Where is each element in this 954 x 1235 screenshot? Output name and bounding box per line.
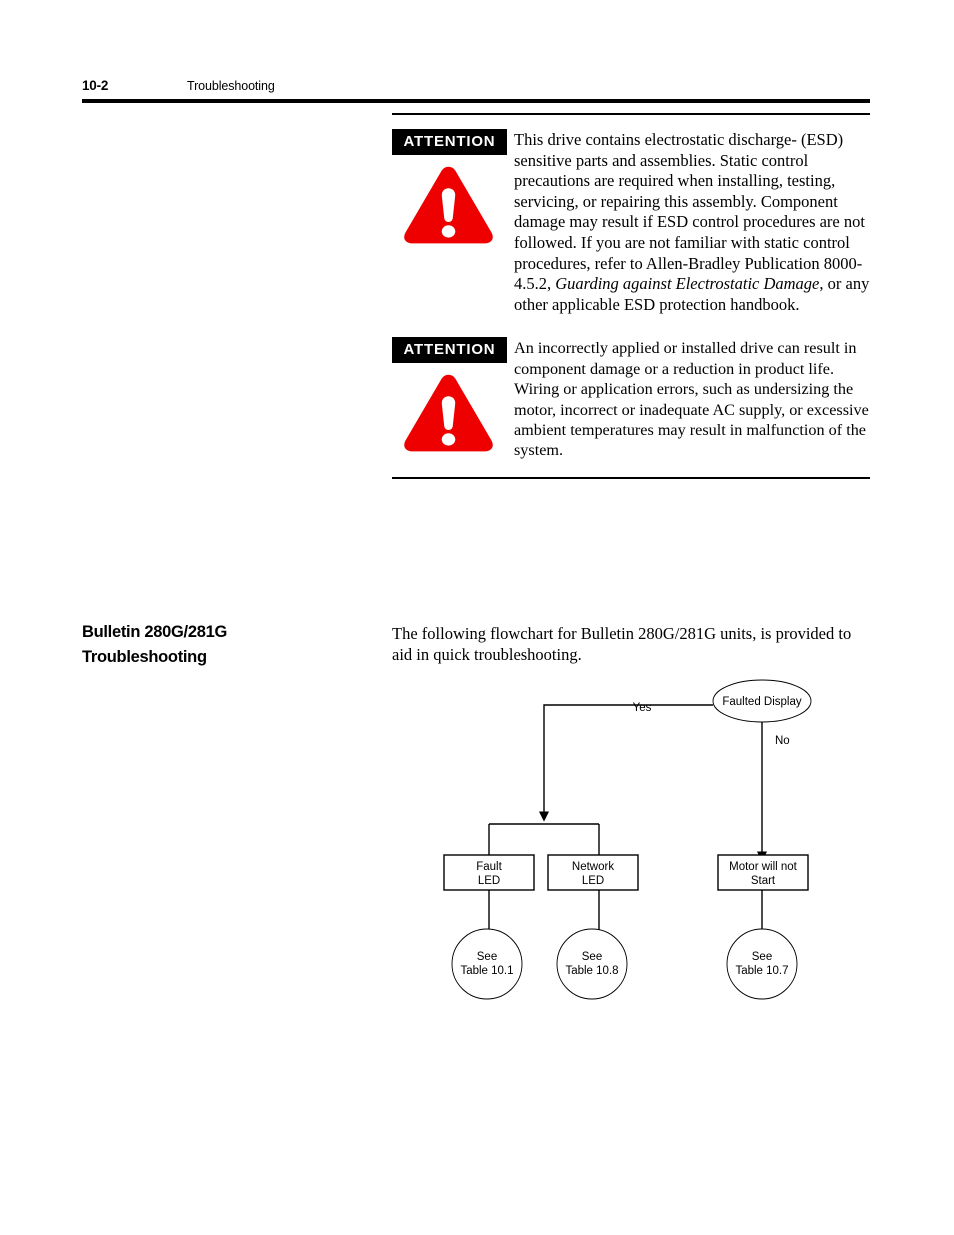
section-heading-line-1: Bulletin 280G/281G xyxy=(82,623,227,641)
troubleshooting-flowchart: Faulted Display Yes No Fault LED Network… xyxy=(420,668,850,1028)
header-divider xyxy=(82,99,870,103)
chapter-title: Troubleshooting xyxy=(187,79,275,93)
attention-bottom-rule xyxy=(392,476,870,479)
flow-node-network-led-line-2: LED xyxy=(582,875,604,887)
branch-label-yes: Yes xyxy=(633,702,652,714)
page-number: 10-2 xyxy=(82,78,109,93)
flow-node-see-table-10-8-line-1: See xyxy=(582,951,602,963)
section-heading: Bulletin 280G/281G Troubleshooting xyxy=(82,620,372,670)
attention-notice-application: ATTENTION An incorrectly applied or inst… xyxy=(392,315,870,476)
flow-node-see-table-10-1-line-2: Table 10.1 xyxy=(460,965,513,977)
flow-node-see-table-10-8[interactable]: See Table 10.8 xyxy=(556,928,628,1000)
flow-node-start[interactable]: Faulted Display xyxy=(712,679,812,723)
connector-yes-branch xyxy=(488,704,713,855)
flow-node-network-led-line-1: Network xyxy=(572,861,614,873)
flow-node-motor-will-not-start[interactable]: Motor will not Start xyxy=(717,854,809,891)
flow-node-fault-led[interactable]: Fault LED xyxy=(443,854,535,891)
flow-node-motor-line-1: Motor will not xyxy=(729,861,798,873)
flow-node-see-table-10-8-line-2: Table 10.8 xyxy=(565,965,618,977)
attention-label: ATTENTION xyxy=(392,129,507,155)
attention-marker: ATTENTION xyxy=(392,337,514,452)
attention-text-esd: This drive contains electrostatic discha… xyxy=(514,129,870,315)
warning-triangle-icon xyxy=(404,166,493,244)
attention-label: ATTENTION xyxy=(392,337,507,364)
attention-publication-title: Guarding against Electrostatic Damage xyxy=(555,274,820,294)
flow-node-see-table-10-1[interactable]: See Table 10.1 xyxy=(451,928,523,1000)
flow-node-fault-led-line-2: LED xyxy=(478,875,500,887)
attention-marker: ATTENTION xyxy=(392,129,514,244)
page-header: 10-2 Troubleshooting xyxy=(82,78,870,100)
flow-node-start-label: Faulted Display xyxy=(722,696,802,708)
flow-node-fault-led-line-1: Fault xyxy=(476,861,502,873)
attention-text-application: An incorrectly applied or installed driv… xyxy=(514,339,869,460)
connector-box-to-circle xyxy=(488,890,763,930)
flow-node-see-table-10-7-line-2: Table 10.7 xyxy=(735,965,788,977)
attention-text-part-1: This drive contains electrostatic discha… xyxy=(514,130,865,294)
attention-notice-esd: ATTENTION This drive contains electrosta… xyxy=(392,115,870,315)
branch-label-no: No xyxy=(775,735,790,747)
flow-node-see-table-10-7-line-1: See xyxy=(752,951,772,963)
flow-node-see-table-10-1-line-1: See xyxy=(477,951,497,963)
flow-node-see-table-10-7[interactable]: See Table 10.7 xyxy=(726,928,798,1000)
warning-triangle-icon xyxy=(404,375,493,452)
section-intro-paragraph: The following flowchart for Bulletin 280… xyxy=(392,624,852,664)
flow-node-motor-line-2: Start xyxy=(751,875,776,887)
attention-block: ATTENTION This drive contains electrosta… xyxy=(392,113,870,479)
section-heading-line-2: Troubleshooting xyxy=(82,648,207,666)
flow-node-network-led[interactable]: Network LED xyxy=(547,854,639,891)
